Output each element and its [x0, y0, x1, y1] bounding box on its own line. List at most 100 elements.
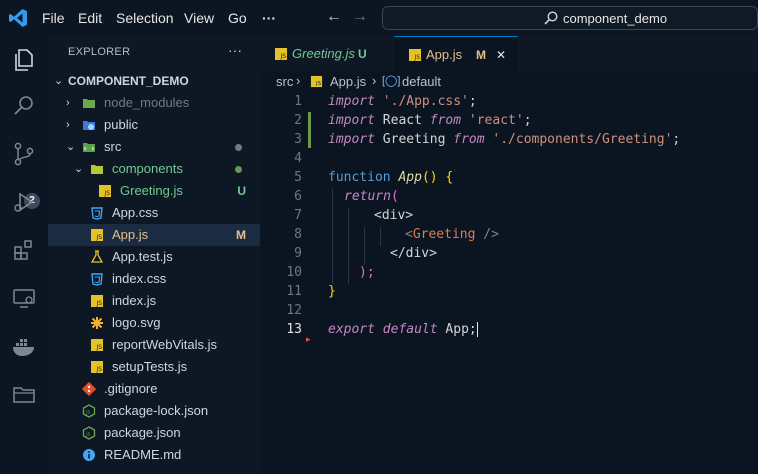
line-number: 12	[286, 303, 302, 318]
back-arrow-icon[interactable]: ←	[326, 8, 342, 26]
tree-item-label: index.js	[112, 293, 157, 308]
svg-text:js: js	[85, 432, 90, 438]
line-number: 1	[294, 94, 302, 109]
menu-edit[interactable]: Edit	[78, 10, 102, 26]
css-file-icon	[91, 207, 103, 220]
remote-explorer-icon[interactable]	[10, 284, 38, 312]
explorer-title: EXPLORER	[68, 46, 131, 58]
tree-item-components[interactable]: ⌄ components	[48, 158, 260, 180]
javascript-file-icon: JS	[91, 339, 103, 351]
info-file-icon	[83, 449, 95, 461]
tree-item-label: reportWebVitals.js	[112, 337, 218, 352]
tree-item-setup-tests[interactable]: JS setupTests.js	[48, 356, 260, 378]
tree-item-label: logo.svg	[112, 315, 161, 330]
line-number: 4	[294, 151, 302, 166]
root-label: COMPONENT_DEMO	[68, 74, 189, 88]
javascript-file-icon: JS	[99, 185, 111, 197]
close-icon[interactable]: ✕	[496, 37, 506, 73]
tree-item-label: setupTests.js	[112, 359, 188, 374]
source-control-icon[interactable]	[10, 140, 38, 168]
modified-status: M	[236, 228, 246, 242]
tree-item-app-test-js[interactable]: App.test.js	[48, 246, 260, 268]
search-view-icon[interactable]	[10, 92, 38, 120]
menu-file[interactable]: File	[42, 10, 65, 26]
components-folder-icon	[91, 165, 103, 174]
explorer-icon[interactable]	[10, 46, 38, 74]
code-line-9: </div>	[390, 246, 437, 261]
svg-text:js: js	[85, 410, 90, 416]
code-line-13: export default App;	[328, 322, 478, 337]
chevron-right-icon: ›	[66, 97, 70, 109]
extensions-icon[interactable]	[10, 236, 38, 264]
forward-arrow-icon[interactable]: →	[352, 8, 368, 26]
tree-item-index-css[interactable]: index.css	[48, 268, 260, 290]
deleted-marker-icon: ▸	[306, 334, 311, 344]
tree-item-report-web-vitals[interactable]: JS reportWebVitals.js	[48, 334, 260, 356]
tree-item-index-js[interactable]: JS index.js	[48, 290, 260, 312]
breadcrumb-file[interactable]: App.js	[330, 74, 366, 89]
line-number: 7	[294, 208, 302, 223]
line-number: 5	[294, 170, 302, 185]
javascript-file-icon: JS	[310, 75, 323, 87]
docker-icon[interactable]	[10, 332, 38, 360]
globe-folder-icon	[83, 121, 95, 130]
line-number: 3	[294, 132, 302, 147]
javascript-file-icon: JS	[91, 361, 103, 373]
menu-go[interactable]: Go	[228, 10, 247, 26]
tree-item-gitignore[interactable]: .gitignore	[48, 378, 260, 400]
tree-item-app-css[interactable]: App.css	[48, 202, 260, 224]
tree-item-label: components	[112, 161, 183, 176]
untracked-status: U	[237, 184, 246, 198]
tree-item-label: App.test.js	[112, 249, 173, 264]
tree-item-readme[interactable]: README.md	[48, 444, 260, 466]
tree-item-label: App.js	[112, 227, 149, 242]
untracked-dot-icon	[235, 166, 242, 173]
tree-item-label: README.md	[104, 447, 182, 462]
tab-greeting-js[interactable]: JS Greeting.js U	[260, 36, 394, 72]
tree-item-public[interactable]: › public	[48, 114, 260, 136]
tree-item-label: .gitignore	[104, 381, 158, 396]
code-line-3: import Greeting from './components/Greet…	[328, 132, 681, 147]
test-file-icon	[90, 250, 104, 263]
code-line-10: );	[359, 265, 375, 280]
tree-item-app-js[interactable]: JS App.js M	[48, 224, 260, 246]
folder-view-icon[interactable]	[10, 380, 38, 408]
explorer-more-button[interactable]: ···	[228, 42, 242, 58]
tree-item-greeting-js[interactable]: JS Greeting.js U	[48, 180, 260, 202]
tree-item-package-json[interactable]: js package.json	[48, 422, 260, 444]
tree-item-label: node_modules	[104, 95, 190, 110]
code-line-5: function App() {	[328, 170, 454, 185]
css-file-icon	[91, 273, 103, 286]
tree-item-node-modules[interactable]: › node_modules	[48, 92, 260, 114]
tree-item-logo-svg[interactable]: logo.svg	[48, 312, 260, 334]
chevron-down-icon: ⌄	[74, 163, 84, 175]
modified-dot-icon	[235, 144, 242, 151]
symbol-icon: [◯]	[382, 75, 401, 87]
search-icon	[544, 11, 558, 25]
svg-text:JS: JS	[315, 81, 322, 87]
code-editor[interactable]: 1 2 3 4 5 6 7 8 9 10 11 12 13 ▸ import '…	[260, 92, 758, 474]
tree-item-src[interactable]: ⌄ src	[48, 136, 260, 158]
editor-tabs: JS Greeting.js U JS App.js M ✕	[260, 36, 758, 72]
tree-item-label: public	[104, 117, 138, 132]
svg-text:JS: JS	[104, 190, 111, 197]
menu-selection[interactable]: Selection	[116, 10, 174, 26]
menu-more[interactable]: ···	[262, 10, 276, 26]
breadcrumb-separator: ›	[296, 73, 301, 88]
line-number: 6	[294, 189, 302, 204]
tree-item-package-lock[interactable]: js package-lock.json	[48, 400, 260, 422]
menu-view[interactable]: View	[184, 10, 214, 26]
chevron-down-icon: ⌄	[66, 141, 76, 153]
breadcrumb-symbol[interactable]: default	[402, 74, 441, 89]
run-debug-icon[interactable]	[10, 188, 38, 216]
tab-app-js[interactable]: JS App.js M ✕	[394, 36, 518, 72]
breadcrumb-folder[interactable]: src	[276, 74, 293, 89]
javascript-file-icon: JS	[91, 295, 103, 307]
svg-text:JS: JS	[96, 366, 103, 373]
tree-root[interactable]: ⌄ COMPONENT_DEMO	[48, 70, 260, 92]
tab-label: App.js	[426, 47, 463, 62]
command-center-search[interactable]: component_demo	[382, 6, 758, 30]
line-number: 10	[286, 265, 302, 280]
javascript-file-icon: JS	[275, 48, 287, 60]
code-line-2: import React from 'react';	[328, 113, 532, 128]
